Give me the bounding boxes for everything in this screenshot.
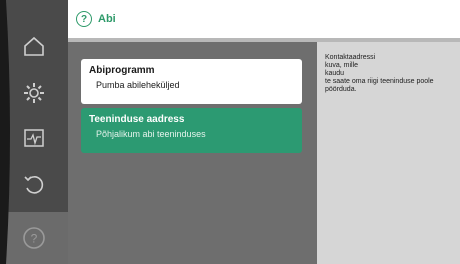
- info-line: pöörduda.: [325, 86, 357, 93]
- svg-text:?: ?: [31, 232, 38, 246]
- info-line: te saate oma riigi teeninduse poole: [325, 78, 434, 85]
- page-title: Abi: [98, 13, 116, 25]
- main-list: Abiprogramm Pumba abileheküljed Teenindu…: [68, 42, 317, 264]
- info-line: kuva, mille: [325, 62, 359, 69]
- help-icon: ?: [23, 227, 45, 249]
- help-circle-icon: ?: [76, 11, 92, 27]
- pulse-icon: [24, 129, 44, 147]
- undo-icon: [24, 176, 44, 194]
- info-line: kaudu: [325, 70, 345, 77]
- menu-item-service-address[interactable]: Teeninduse aadress Põhjalikum abi teenin…: [81, 108, 302, 153]
- menu-item-title: Abiprogramm: [89, 65, 155, 76]
- info-text: Kontaktaadressi kuva, mille kaudu te saa…: [325, 54, 460, 94]
- gear-icon: [24, 83, 44, 103]
- info-line: Kontaktaadressi: [325, 54, 376, 61]
- info-panel: Kontaktaadressi kuva, mille kaudu te saa…: [317, 42, 460, 264]
- home-icon: [24, 36, 44, 56]
- page-header: ? Abi: [68, 0, 460, 38]
- screen: ? ? Abi Abiprogramm Pumba abileheküljed …: [0, 0, 460, 264]
- menu-item-subtitle: Pumba abileheküljed: [96, 80, 180, 90]
- device-bezel: [0, 0, 10, 264]
- menu-item-help-program[interactable]: Abiprogramm Pumba abileheküljed: [81, 59, 302, 104]
- menu-item-title: Teeninduse aadress: [89, 114, 185, 125]
- menu-item-subtitle: Põhjalikum abi teeninduses: [96, 129, 206, 139]
